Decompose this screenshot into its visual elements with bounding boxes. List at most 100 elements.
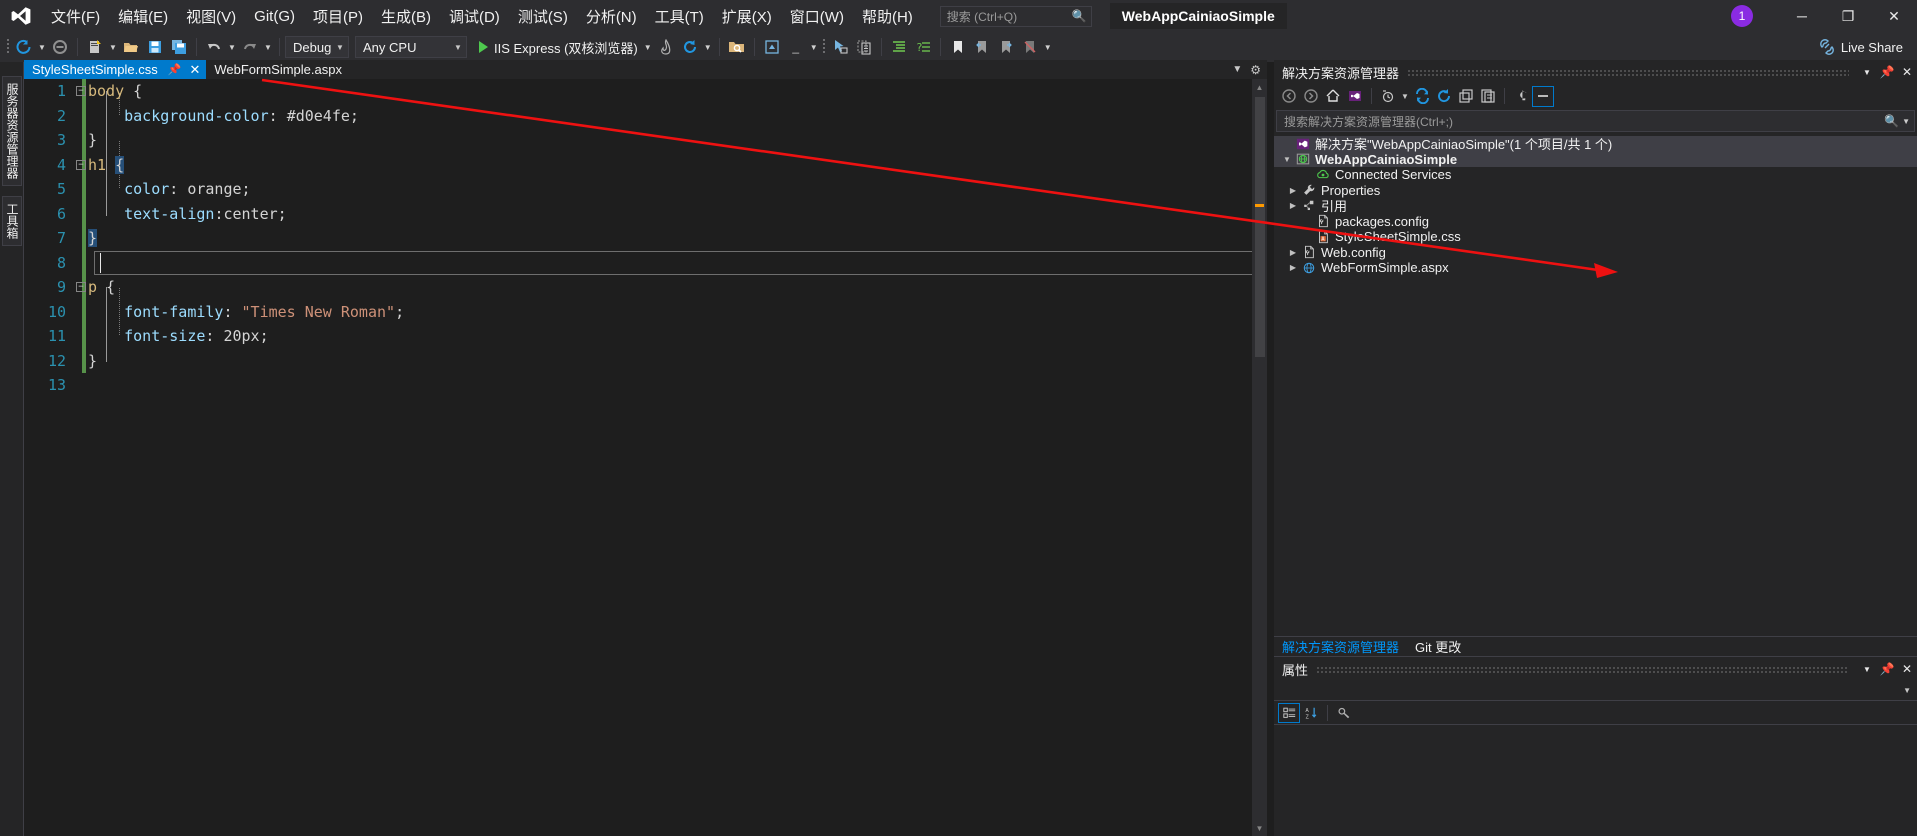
navigate-forward-button[interactable] [48, 35, 72, 59]
menu-view[interactable]: 视图(V) [177, 0, 245, 32]
navigate-backward-dropdown-icon[interactable]: ▼ [36, 43, 48, 52]
tree-item-webformsimple-aspx[interactable]: ▶ WebFormSimple.aspx [1274, 260, 1917, 276]
menu-file[interactable]: 文件(F) [42, 0, 109, 32]
chevron-down-icon[interactable]: ▼ [1903, 686, 1911, 695]
toolbar-grip-2[interactable] [820, 37, 828, 57]
back-button[interactable] [1278, 86, 1300, 107]
redo-button[interactable] [238, 35, 262, 59]
solution-configuration-combo[interactable]: Debug ▼ [285, 36, 349, 58]
pin-icon[interactable]: 📌 [1877, 662, 1897, 676]
bookmarks-dropdown-icon[interactable]: ▼ [1042, 43, 1054, 52]
quick-launch-search[interactable]: 搜索 (Ctrl+Q) 🔍 [939, 5, 1092, 27]
menu-help[interactable]: 帮助(H) [853, 0, 922, 32]
chevron-right-icon[interactable]: ▶ [1286, 248, 1300, 257]
find-in-folder-button[interactable] [725, 35, 749, 59]
save-button[interactable] [143, 35, 167, 59]
properties-menu-button[interactable]: ▼ [1857, 665, 1877, 674]
fold-toggle[interactable]: − [74, 159, 88, 170]
tree-item-properties[interactable]: ▶ Properties [1274, 183, 1917, 199]
tree-item-packages-config[interactable]: packages.config [1274, 214, 1917, 230]
tree-item-project[interactable]: ▼ WebAppCainiaoSimple [1274, 151, 1917, 167]
fold-toggle[interactable]: − [74, 282, 88, 293]
dock-tab-git-changes[interactable]: Git 更改 [1407, 636, 1469, 656]
tree-item-connected-services[interactable]: Connected Services [1274, 167, 1917, 183]
home-button[interactable] [1322, 86, 1344, 107]
restore-button[interactable]: ❐ [1825, 0, 1871, 32]
alphabetical-view-button[interactable]: AZ [1300, 703, 1322, 723]
pin-icon[interactable]: 📌 [168, 63, 182, 76]
show-all-files-button[interactable] [1477, 86, 1499, 107]
scroll-down-icon[interactable]: ▼ [1252, 820, 1267, 836]
copy-xaml-button[interactable] [852, 35, 876, 59]
menu-tools[interactable]: 工具(T) [646, 0, 713, 32]
panel-menu-button[interactable]: ▼ [1857, 68, 1877, 77]
filter-dropdown-icon[interactable]: ▼ [1399, 86, 1411, 107]
menu-window[interactable]: 窗口(W) [781, 0, 853, 32]
scrollbar-thumb[interactable] [1255, 97, 1265, 357]
properties-page-button[interactable] [1333, 703, 1355, 723]
restart-dropdown-icon[interactable]: ▼ [702, 43, 714, 52]
new-project-button[interactable] [83, 35, 107, 59]
next-bookmark-button[interactable] [994, 35, 1018, 59]
chevron-down-icon[interactable]: ▼ [1902, 117, 1910, 126]
redo-dropdown-icon[interactable]: ▼ [262, 43, 274, 52]
active-files-dropdown-icon[interactable]: ▼ [1232, 64, 1242, 75]
toggle-bookmark-button[interactable] [946, 35, 970, 59]
tree-item-stylesheetsimple-css[interactable]: A StyleSheetSimple.css [1274, 229, 1917, 245]
minimize-button[interactable]: ─ [1779, 0, 1825, 32]
collapse-all-button[interactable] [1455, 86, 1477, 107]
categorized-view-button[interactable] [1278, 702, 1300, 723]
properties-object-selector[interactable]: ▼ [1274, 681, 1917, 701]
scroll-up-icon[interactable]: ▲ [1252, 79, 1267, 95]
pending-changes-filter-button[interactable] [1377, 86, 1399, 107]
live-share-icon[interactable] [1815, 35, 1839, 59]
solution-platform-combo[interactable]: Any CPU ▼ [355, 36, 467, 58]
start-debugging-dropdown-icon[interactable]: ▼ [642, 43, 654, 52]
properties-button[interactable] [1510, 86, 1532, 107]
solution-name-chip[interactable]: WebAppCainiaoSimple [1109, 3, 1287, 29]
toolbar-grip[interactable] [4, 37, 12, 57]
menu-project[interactable]: 项目(P) [304, 0, 372, 32]
menu-git[interactable]: Git(G) [245, 0, 304, 32]
previous-bookmark-button[interactable] [970, 35, 994, 59]
hot-reload-button[interactable] [654, 35, 678, 59]
menu-analyze[interactable]: 分析(N) [577, 0, 646, 32]
menu-build[interactable]: 生成(B) [372, 0, 440, 32]
underscore-dropdown-icon[interactable]: ▼ [808, 43, 820, 52]
tree-item-solution[interactable]: 解决方案"WebAppCainiaoSimple"(1 个项目/共 1 个) [1274, 136, 1917, 152]
vtab-toolbox[interactable]: 工具箱 [2, 196, 22, 246]
save-all-button[interactable] [167, 35, 191, 59]
preview-selected-items-button[interactable] [1532, 85, 1554, 107]
navigate-backward-button[interactable] [12, 35, 36, 59]
solution-root-button[interactable] [1344, 86, 1366, 107]
sync-with-active-document-button[interactable] [1411, 86, 1433, 107]
restart-button[interactable] [678, 35, 702, 59]
close-icon[interactable]: ✕ [189, 62, 200, 78]
refresh-button[interactable] [1433, 86, 1455, 107]
chevron-right-icon[interactable]: ▶ [1286, 201, 1300, 210]
new-project-dropdown-icon[interactable]: ▼ [107, 43, 119, 52]
fold-toggle[interactable]: − [74, 86, 88, 97]
format-document-button[interactable] [887, 35, 911, 59]
tree-item-references[interactable]: ▶ 引用 [1274, 198, 1917, 214]
undo-button[interactable] [202, 35, 226, 59]
live-share-label[interactable]: Live Share [1839, 40, 1903, 55]
menu-test[interactable]: 测试(S) [509, 0, 577, 32]
select-element-button[interactable] [828, 35, 852, 59]
underscore-button[interactable]: _ [784, 35, 808, 59]
dock-tab-solution-explorer[interactable]: 解决方案资源管理器 [1274, 636, 1408, 656]
tab-webformsimple-aspx[interactable]: WebFormSimple.aspx [206, 60, 348, 79]
pin-icon[interactable]: 📌 [1877, 65, 1897, 79]
open-file-button[interactable] [119, 35, 143, 59]
chevron-right-icon[interactable]: ▶ [1286, 263, 1300, 272]
vtab-server-explorer[interactable]: 服务器资源管理器 [2, 76, 22, 186]
chevron-right-icon[interactable]: ▶ [1286, 186, 1300, 195]
tree-item-web-config[interactable]: ▶ Web.config [1274, 245, 1917, 261]
editor-vertical-scrollbar[interactable]: ▲ ▼ [1252, 79, 1267, 836]
start-debugging-button[interactable]: IIS Express (双核浏览器) [475, 35, 642, 59]
comment-selection-button[interactable]: ? [911, 35, 935, 59]
forward-button[interactable] [1300, 86, 1322, 107]
chevron-down-icon[interactable]: ▼ [1280, 155, 1294, 164]
notification-badge[interactable]: 1 [1731, 5, 1753, 27]
live-visual-tree-button[interactable] [760, 35, 784, 59]
